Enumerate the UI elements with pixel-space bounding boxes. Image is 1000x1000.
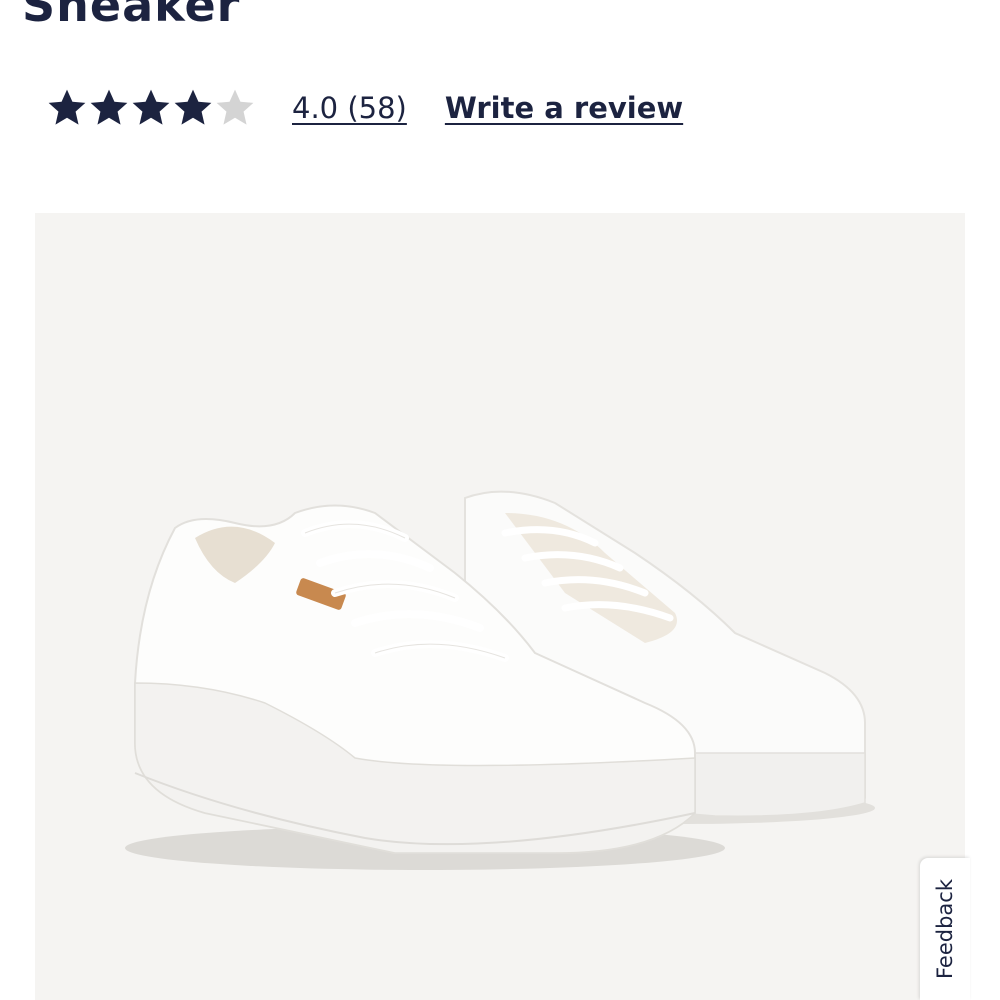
feedback-label: Feedback: [933, 878, 957, 980]
feedback-button[interactable]: Feedback: [920, 858, 970, 1000]
star-filled-icon: [48, 89, 86, 125]
star-empty-icon: [216, 89, 254, 125]
write-review-link[interactable]: Write a review: [445, 91, 683, 125]
rating-count-link[interactable]: 4.0 (58): [292, 91, 407, 125]
rating-row: 4.0 (58) Write a review: [46, 84, 683, 132]
white-platform-sneaker-image: [125, 490, 875, 870]
product-title: Sneaker: [22, 0, 241, 32]
star-rating[interactable]: [46, 87, 256, 129]
product-image-panel[interactable]: [35, 213, 965, 1000]
star-filled-icon: [132, 89, 170, 125]
star-filled-icon: [90, 89, 128, 125]
star-filled-icon: [174, 89, 212, 125]
